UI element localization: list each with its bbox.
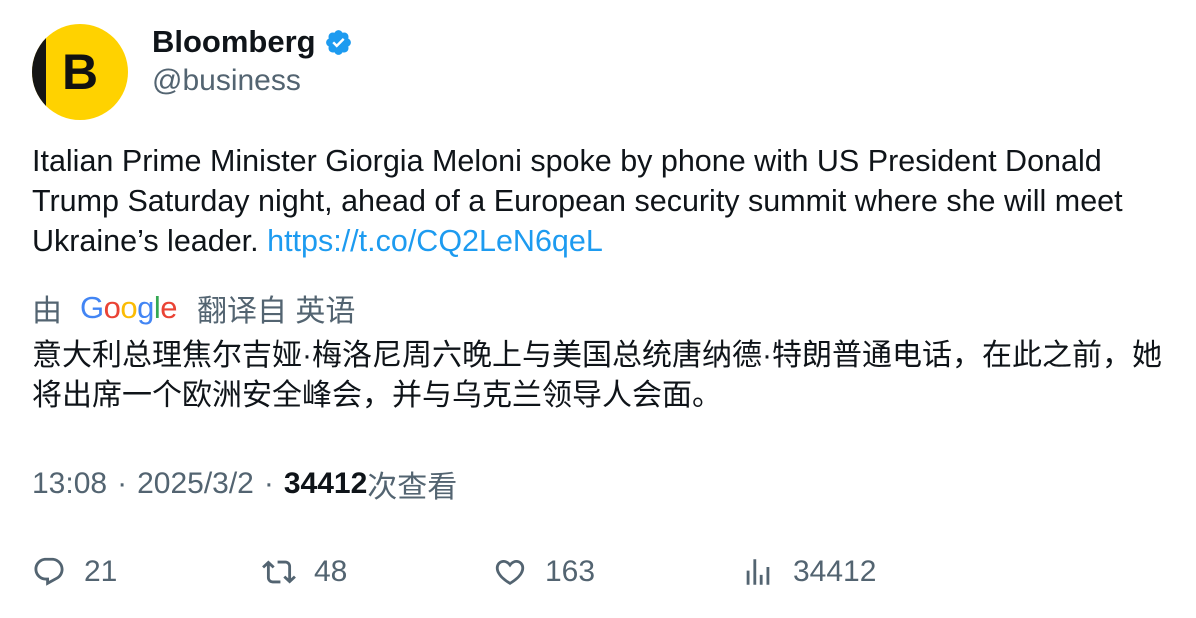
author-name-row: Bloomberg [152,22,353,62]
translation-attribution: 由 Google 翻译自 英语 [32,286,355,330]
reply-button[interactable]: 21 [32,548,117,596]
avatar-letter: B [62,44,99,100]
meta-separator: · [263,467,274,500]
retweet-icon [262,560,296,584]
views-button[interactable]: 34412 [741,548,876,596]
like-icon [495,559,525,585]
views-count: 34412 [283,467,368,500]
tweet-meta: 13:08 · 2025/3/2 · 34412 次查看 [32,464,457,504]
avatar-shade [32,24,46,120]
like-button[interactable]: 163 [493,548,595,596]
retweet-button[interactable]: 48 [262,548,347,596]
translation-source-label[interactable]: 翻译自 英语 [197,286,355,330]
views-count-action: 34412 [793,555,877,588]
meta-separator: · [117,467,128,500]
like-count: 163 [545,555,596,588]
author-handle[interactable]: @business [152,64,301,98]
tweet-date[interactable]: 2025/3/2 [137,467,254,501]
translated-by-label: 由 [32,295,62,328]
display-name[interactable]: Bloomberg [152,24,316,60]
tweet-link[interactable]: https://t.co/CQ2LeN6qeL [267,224,603,258]
translated-text: 意大利总理焦尔吉娅·梅洛尼周六晚上与美国总统唐纳德·特朗普通电话，在此之前，她将… [32,339,1162,412]
tweet-text: Italian Prime Minister Giorgia Meloni sp… [32,141,1172,261]
tweet-time[interactable]: 13:08 [32,467,107,501]
reply-icon [34,557,64,586]
avatar[interactable]: B [32,24,128,120]
views-icon [746,559,770,585]
verified-badge-icon[interactable] [324,28,353,57]
reply-count: 21 [84,555,118,588]
google-logo: Google [80,290,178,325]
views-label: 次查看 [367,471,458,504]
action-bar: 21 48 163 34412 [0,548,1196,596]
retweet-count: 48 [314,555,348,588]
